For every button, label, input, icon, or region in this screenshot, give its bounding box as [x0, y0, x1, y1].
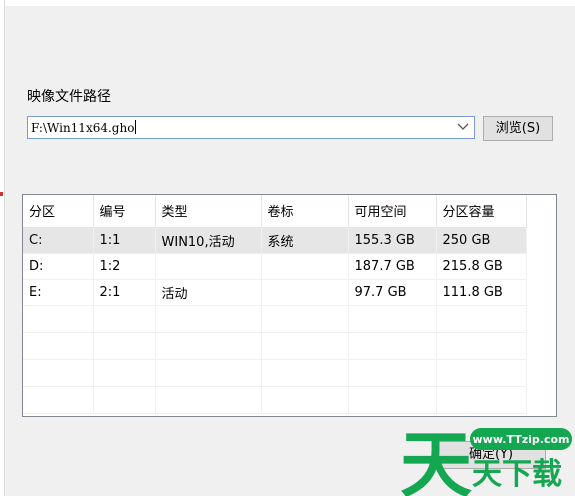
cell-label: 系统: [261, 227, 349, 254]
image-path-combobox[interactable]: F:\Win11x64.gho: [27, 116, 475, 139]
cell-partition: C:: [23, 227, 94, 254]
cell-capacity: 111.8 GB: [436, 279, 527, 306]
cell-number: 2:1: [93, 279, 156, 306]
watermark-text: 天下载: [472, 457, 562, 492]
empty-row: [23, 305, 527, 333]
column-header-label[interactable]: 卷标: [261, 195, 349, 228]
browse-button[interactable]: 浏览(S): [483, 116, 553, 141]
cell-partition: E:: [23, 279, 94, 306]
cell-free-space: 97.7 GB: [348, 279, 437, 306]
table-row[interactable]: D: 1:2 187.7 GB 215.8 GB: [23, 253, 527, 280]
column-header-number[interactable]: 编号: [93, 195, 156, 228]
cell-capacity: 215.8 GB: [436, 253, 527, 280]
watermark-site: www.TTzip.com: [473, 433, 570, 446]
top-panel: [5, 0, 575, 6]
cell-type: WIN10,活动: [155, 227, 262, 254]
cell-number: 1:2: [93, 253, 156, 280]
cell-number: 1:1: [93, 227, 156, 254]
column-header-type[interactable]: 类型: [155, 195, 262, 228]
empty-row: [23, 359, 527, 387]
empty-row: [23, 332, 527, 360]
cell-partition: D:: [23, 253, 94, 280]
cell-type: 活动: [155, 279, 262, 306]
column-header-free-space[interactable]: 可用空间: [348, 195, 437, 228]
ttzip-watermark-logo: 天 www.TTzip.com 天下载: [400, 424, 572, 496]
window-left-edge: [0, 0, 5, 496]
partition-table[interactable]: 分区 编号 类型 卷标 可用空间 分区容量 C: 1:1 WIN10,活动 系统…: [22, 194, 557, 417]
cell-free-space: 187.7 GB: [348, 253, 437, 280]
cell-free-space: 155.3 GB: [348, 227, 437, 254]
table-row[interactable]: E: 2:1 活动 97.7 GB 111.8 GB: [23, 279, 527, 306]
watermark-glyph: 天: [400, 424, 472, 496]
edge-marker: [0, 192, 3, 196]
image-path-value[interactable]: F:\Win11x64.gho: [31, 120, 137, 135]
empty-row: [23, 386, 527, 414]
column-header-partition[interactable]: 分区: [23, 195, 94, 228]
image-path-label: 映像文件路径: [27, 89, 111, 105]
column-header-capacity[interactable]: 分区容量: [436, 195, 527, 228]
cell-label: [261, 279, 349, 306]
cell-capacity: 250 GB: [436, 227, 527, 254]
cell-label: [261, 253, 349, 280]
table-row[interactable]: C: 1:1 WIN10,活动 系统 155.3 GB 250 GB: [23, 227, 527, 254]
cell-type: [155, 253, 262, 280]
chevron-down-icon[interactable]: [455, 119, 471, 136]
table-header-row: 分区 编号 类型 卷标 可用空间 分区容量: [23, 195, 527, 228]
